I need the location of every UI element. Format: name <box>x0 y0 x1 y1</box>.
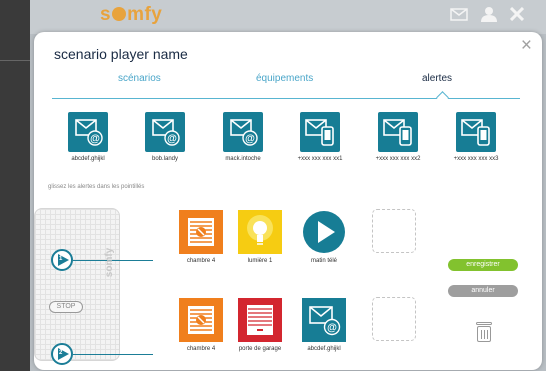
mail-icon[interactable] <box>450 8 468 26</box>
scenario-dialog: scenario player name × scénarios équipem… <box>34 32 542 370</box>
trash-bar <box>481 330 482 339</box>
svg-text:@: @ <box>90 134 100 145</box>
contact-label: +xxx xxx xxx xx1 <box>297 156 343 162</box>
dialog-title: scenario player name <box>54 46 188 62</box>
equipment-label: matin télé <box>310 258 337 264</box>
drag-hint: glissez les alertes dans les pointillés <box>48 184 145 190</box>
active-tab-caret <box>436 91 449 104</box>
top-bar: s mfy. <box>30 0 546 34</box>
trash-lid <box>476 322 492 325</box>
cancel-button[interactable]: annuler <box>448 285 518 297</box>
email-alert-icon: @ <box>68 112 108 152</box>
play-scenario-icon <box>302 210 346 254</box>
equipment-label: chambre 4 <box>186 346 216 352</box>
remote-brand-label: somfy <box>104 247 116 278</box>
remote-button-2[interactable]: 2 <box>51 343 73 365</box>
trash-bar <box>487 330 488 339</box>
equipment-shutter-2[interactable]: chambre 4 <box>172 298 230 353</box>
contact-alert-email-2[interactable]: @ bob.landy <box>125 112 205 162</box>
contact-alert-email-3[interactable]: @ mack.intoche <box>203 112 283 162</box>
close-icon[interactable]: × <box>521 36 532 55</box>
remote-control: 1 STOP 2 somfy <box>34 208 153 365</box>
email-alert-icon: @ <box>223 112 263 152</box>
sms-alert-icon <box>300 112 340 152</box>
shutter-icon <box>179 298 223 342</box>
tab-underline <box>52 98 520 99</box>
user-icon[interactable] <box>480 6 498 27</box>
contact-alert-sms-2[interactable]: +xxx xxx xxx xx2 <box>358 112 438 162</box>
left-panel-divider <box>0 60 30 61</box>
trash-icon[interactable] <box>476 322 492 342</box>
tab-alertes[interactable]: alertes <box>422 73 452 84</box>
save-button[interactable]: enregistrer <box>448 259 518 271</box>
equipment-label: porte de garage <box>238 346 282 352</box>
remote-button-1[interactable]: 1 <box>51 249 73 271</box>
contact-label: +xxx xxx xxx xx3 <box>453 156 499 162</box>
contact-alert-sms-1[interactable]: +xxx xxx xxx xx1 <box>280 112 360 162</box>
stop-button[interactable]: STOP <box>49 301 83 313</box>
svg-text:@: @ <box>327 323 337 334</box>
sms-alert-icon <box>456 112 496 152</box>
shutter-icon <box>179 210 223 254</box>
equipment-label: chambre 4 <box>186 258 216 264</box>
equipment-shutter-1[interactable]: chambre 4 <box>172 210 230 265</box>
left-panel <box>0 0 30 371</box>
empty-drop-slot[interactable] <box>372 297 416 341</box>
remote-button-number: 2 <box>59 350 63 356</box>
contact-label: +xxx xxx xxx xx2 <box>375 156 421 162</box>
remote-button-number: 1 <box>59 256 63 262</box>
tab-scenarios[interactable]: scénarios <box>118 73 161 84</box>
scenario-matin-tele[interactable]: matin télé <box>295 210 353 265</box>
close-app-icon[interactable] <box>509 6 525 26</box>
svg-text:@: @ <box>167 134 177 145</box>
contact-alert-sms-3[interactable]: +xxx xxx xxx xx3 <box>436 112 516 162</box>
trash-bar <box>484 330 485 339</box>
contact-label: mack.intoche <box>225 156 261 162</box>
contact-label: bob.landy <box>151 156 179 162</box>
svg-text:@: @ <box>245 134 255 145</box>
alert-email-abcdef[interactable]: @ abcdef.ghijkl <box>295 298 353 353</box>
garage-door-icon <box>238 298 282 342</box>
remote-link-line <box>73 354 153 355</box>
empty-drop-slot[interactable] <box>372 209 416 253</box>
equipment-garage-door[interactable]: porte de garage <box>231 298 289 353</box>
equipment-label: abcdef.ghijkl <box>307 346 341 352</box>
contact-label: abcdef.ghijkl <box>71 156 105 162</box>
sms-alert-icon <box>378 112 418 152</box>
light-bulb-icon <box>238 210 282 254</box>
somfy-logo: s mfy. <box>100 4 167 25</box>
contact-alert-email-1[interactable]: @ abcdef.ghijkl <box>48 112 128 162</box>
email-alert-icon: @ <box>145 112 185 152</box>
equipment-light-1[interactable]: lumière 1 <box>231 210 289 265</box>
tab-equipements[interactable]: équipements <box>256 73 313 84</box>
email-alert-icon: @ <box>302 298 346 342</box>
equipment-label: lumière 1 <box>247 258 273 264</box>
